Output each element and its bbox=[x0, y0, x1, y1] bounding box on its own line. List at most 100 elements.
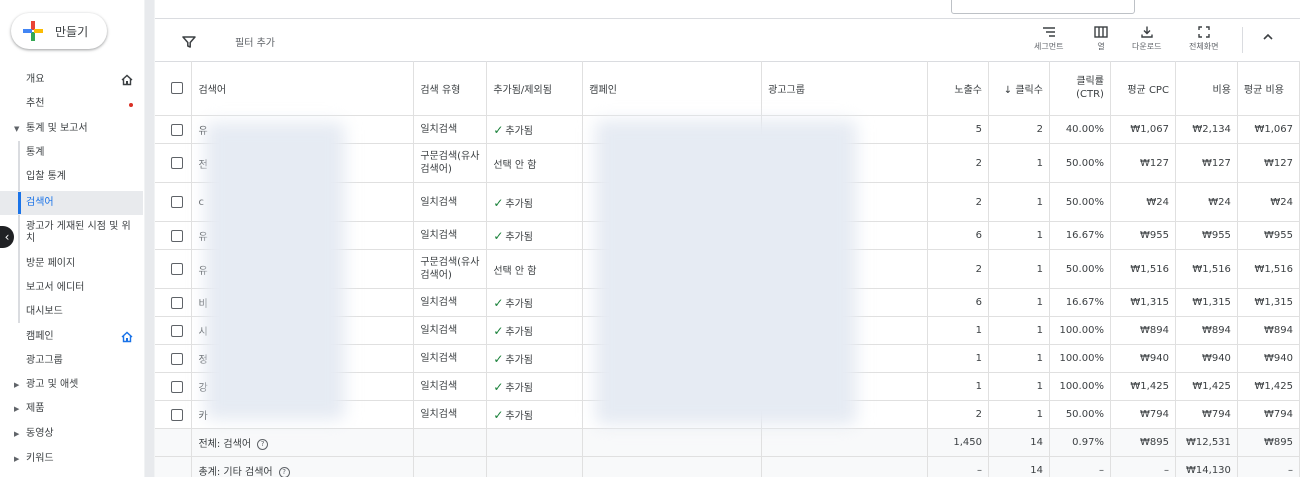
cell-cost: ₩1,425 bbox=[1175, 372, 1238, 401]
cell-avg-cost: ₩1,067 bbox=[1237, 115, 1300, 144]
sidebar-item-search-terms[interactable]: 검색어 bbox=[0, 191, 143, 215]
sidebar-item-label: 캠페인 bbox=[26, 331, 54, 342]
toolbar-divider bbox=[1242, 27, 1243, 53]
header-avg-cpc[interactable]: 평균 CPC bbox=[1110, 61, 1176, 116]
columns-button[interactable]: 열 bbox=[1094, 26, 1108, 52]
row-checkbox-cell[interactable] bbox=[155, 400, 193, 429]
row-checkbox[interactable] bbox=[171, 157, 183, 169]
header-ad-group[interactable]: 광고그룹 bbox=[761, 61, 929, 116]
cell-avg-cpc: ₩940 bbox=[1110, 344, 1176, 373]
row-checkbox[interactable] bbox=[171, 196, 183, 208]
sidebar-item-campaigns[interactable]: 캠페인 bbox=[0, 325, 143, 349]
cell-avg-cost: ₩940 bbox=[1237, 344, 1300, 373]
row-checkbox-cell[interactable] bbox=[155, 316, 193, 345]
download-button[interactable]: 다운로드 bbox=[1132, 26, 1161, 52]
row-checkbox[interactable] bbox=[171, 324, 183, 337]
header-clicks[interactable]: ↓ 클릭수 bbox=[988, 61, 1050, 116]
sidebar-item-auction-insights[interactable]: 입찰 통계 bbox=[0, 165, 143, 189]
cell-ctr: 40.00% bbox=[1049, 115, 1111, 144]
header-ctr[interactable]: 클릭률 (CTR) bbox=[1049, 61, 1111, 116]
sidebar-item-ads-assets[interactable]: ▶ 광고 및 애셋 bbox=[0, 373, 143, 397]
row-checkbox-cell[interactable] bbox=[155, 182, 193, 222]
sidebar-item-reports[interactable]: ▼ 통계 및 보고서 bbox=[0, 117, 143, 141]
row-checkbox-cell[interactable] bbox=[155, 344, 193, 373]
cell-clicks: 1 bbox=[988, 249, 1050, 289]
cell-impressions: 2 bbox=[927, 143, 989, 183]
row-checkbox-cell[interactable] bbox=[155, 115, 193, 144]
cell-match-type: 일치검색 bbox=[413, 288, 488, 317]
add-filter-button[interactable]: 필터 추가 bbox=[235, 34, 275, 49]
cell-impressions: 1 bbox=[927, 344, 989, 373]
sidebar-item-label: 개요 bbox=[26, 74, 45, 85]
sidebar-item-report-editor[interactable]: 보고서 에디터 bbox=[0, 276, 143, 300]
cell-avg-cost: ₩1,315 bbox=[1237, 288, 1300, 317]
sidebar-item-keywords[interactable]: ▶ 키워드 bbox=[0, 447, 143, 471]
row-checkbox-cell[interactable] bbox=[155, 143, 193, 183]
sidebar-item-label: 보고서 에디터 bbox=[26, 282, 85, 293]
total-avg-cpc: ₩895 bbox=[1110, 428, 1176, 457]
sidebar-item-where-when-shown[interactable]: 광고가 게재된 시점 및 위치 bbox=[0, 218, 143, 248]
row-checkbox[interactable] bbox=[171, 296, 183, 309]
sidebar-item-dashboard[interactable]: 대시보드 bbox=[0, 300, 143, 324]
total-row: 전체: 검색어? 1,450 14 0.97% ₩895 ₩12,531 ₩895 bbox=[155, 428, 1300, 457]
fullscreen-button[interactable]: 전체화면 bbox=[1189, 26, 1218, 52]
segment-button[interactable]: 세그먼트 bbox=[1034, 26, 1063, 52]
create-button-label: 만들기 bbox=[55, 24, 89, 39]
cell-cost: ₩2,134 bbox=[1175, 115, 1238, 144]
status-label: 추가됨 bbox=[505, 198, 533, 210]
create-button[interactable]: 만들기 bbox=[11, 13, 107, 49]
row-checkbox-cell[interactable] bbox=[155, 249, 193, 289]
cell-match-type: 구문검색(유사 검색어) bbox=[413, 143, 488, 183]
cell-match-type: 일치검색 bbox=[413, 344, 488, 373]
row-checkbox[interactable] bbox=[171, 263, 183, 275]
select-all-checkbox[interactable] bbox=[171, 82, 183, 94]
row-checkbox[interactable] bbox=[171, 408, 183, 421]
header-avg-cost[interactable]: 평균 비용 bbox=[1237, 61, 1300, 116]
header-match-type[interactable]: 검색 유형 bbox=[413, 61, 488, 116]
scrollbar[interactable] bbox=[145, 0, 154, 477]
row-checkbox-cell[interactable] bbox=[155, 372, 193, 401]
select-all-checkbox-cell[interactable] bbox=[155, 61, 193, 116]
row-checkbox-cell[interactable] bbox=[155, 221, 193, 250]
sidebar-item-products[interactable]: ▶ 제품 bbox=[0, 397, 143, 421]
columns-label: 열 bbox=[1097, 42, 1105, 51]
cell-ctr: 50.00% bbox=[1049, 249, 1111, 289]
help-icon[interactable]: ? bbox=[257, 438, 269, 450]
cell-ctr: 50.00% bbox=[1049, 143, 1111, 183]
total-empty-cell bbox=[413, 428, 488, 457]
filter-icon[interactable] bbox=[182, 33, 196, 52]
sidebar-item-overview[interactable]: 개요 bbox=[0, 68, 143, 92]
chevron-up-icon[interactable] bbox=[1260, 29, 1276, 49]
header-cost[interactable]: 비용 bbox=[1175, 61, 1238, 116]
row-checkbox[interactable] bbox=[171, 380, 183, 393]
sidebar-item-label: 광고 및 애셋 bbox=[26, 379, 79, 390]
total-empty-cell bbox=[582, 428, 763, 457]
total-empty-cell bbox=[486, 428, 584, 457]
sidebar-item-statistics[interactable]: 통계 bbox=[0, 141, 143, 165]
cell-avg-cpc: ₩1,425 bbox=[1110, 372, 1176, 401]
row-checkbox[interactable] bbox=[171, 123, 183, 136]
help-icon[interactable]: ? bbox=[278, 466, 290, 477]
cell-match-type: 일치검색 bbox=[413, 316, 488, 345]
total-empty-cell bbox=[486, 456, 584, 477]
header-campaign[interactable]: 캠페인 bbox=[582, 61, 763, 116]
header-impressions[interactable]: 노출수 bbox=[927, 61, 989, 116]
row-checkbox-cell[interactable] bbox=[155, 288, 193, 317]
cell-avg-cost: ₩894 bbox=[1237, 316, 1300, 345]
sidebar-item-landing-pages[interactable]: 방문 페이지 bbox=[0, 252, 143, 276]
total-avg-cost: ₩895 bbox=[1237, 428, 1300, 457]
date-range-box[interactable] bbox=[951, 0, 1135, 14]
row-checkbox[interactable] bbox=[171, 352, 183, 365]
cell-clicks: 1 bbox=[988, 143, 1050, 183]
sidebar-item-ad-groups[interactable]: 광고그룹 bbox=[0, 349, 143, 373]
total-cost: ₩12,531 bbox=[1175, 428, 1238, 457]
sidebar-item-videos[interactable]: ▶ 동영상 bbox=[0, 422, 143, 446]
row-checkbox[interactable] bbox=[171, 229, 183, 242]
total-ctr: 0.97% bbox=[1049, 428, 1111, 457]
header-added-excluded[interactable]: 추가됨/제외됨 bbox=[486, 61, 584, 116]
header-search-term[interactable]: 검색어 bbox=[191, 61, 415, 116]
sidebar-item-recommendations[interactable]: 추천 bbox=[0, 92, 143, 116]
columns-icon bbox=[1094, 26, 1108, 38]
cell-impressions: 2 bbox=[927, 182, 989, 222]
cell-clicks: 2 bbox=[988, 115, 1050, 144]
